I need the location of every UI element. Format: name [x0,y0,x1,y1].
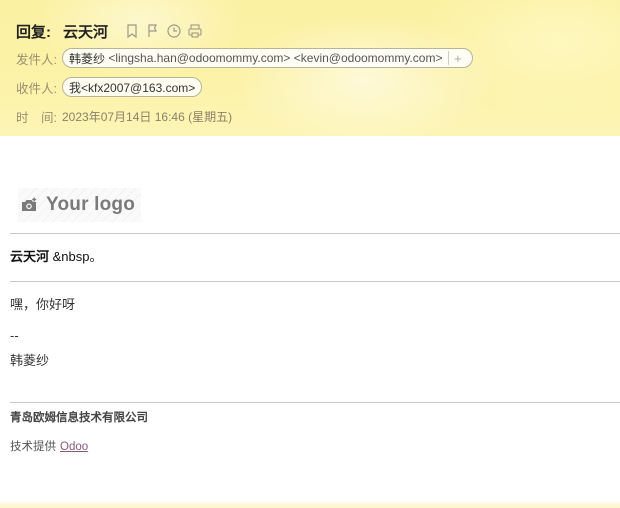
reply-label: 回复: [16,23,51,41]
powered-by-label: 技术提供 [10,441,56,453]
signature-name: 韩菱纱 [10,353,50,368]
time-value: 2023年07月14日 16:46 (星期五) [62,110,233,124]
from-name: 韩菱纱 [69,51,106,66]
camera-icon [22,197,37,211]
time-row: 时 间: 2023年07月14日 16:46 (星期五) [16,107,232,126]
from-chip[interactable]: 韩菱纱 <lingsha.han@odoomommy.com> <kevin@o… [62,48,474,68]
subject-title: 云天河 [63,23,109,41]
odoo-link[interactable]: Odoo [60,441,88,453]
to-row: 收件人: 我<kfx2007@163.com> [16,77,203,97]
divider-top [10,233,620,234]
divider-middle [10,281,620,282]
greeting: 云天河 &nbsp。 [10,246,103,265]
footer-bar [0,502,620,508]
to-chip[interactable]: 我<kfx2007@163.com> [62,77,203,97]
subject-row: 回复: 云天河 [16,20,208,42]
greeting-name: 云天河 [10,249,50,264]
header-actions [124,23,208,39]
from-label: 发件人: [16,52,57,67]
company-name: 青岛欧姆信息技术有限公司 [10,412,148,424]
from-address: <lingsha.han@odoomommy.com> [108,51,291,65]
mail-header: 回复: 云天河 发件人: 韩菱纱 <lingsha.han@odoomommy.… [0,0,620,136]
signature-separator: -- [10,328,19,343]
message-text: 嘿，你好呀 [10,297,76,312]
time-label: 时 间: [16,111,57,125]
company-logo: Your logo [18,188,142,222]
bookmark-icon[interactable] [124,23,140,39]
flag-icon[interactable] [145,23,161,39]
powered-by: 技术提供 Odoo [10,438,88,454]
to-label: 收件人: [16,81,57,96]
logo-text: Your logo [46,194,136,215]
from-extra-address: <kevin@odoomommy.com> [293,51,443,65]
print-icon[interactable] [187,23,203,39]
from-row: 发件人: 韩菱纱 <lingsha.han@odoomommy.com> <ke… [16,48,474,68]
add-contact-button[interactable]: + [448,51,466,66]
greeting-rest: &nbsp。 [49,249,103,264]
divider-bottom [10,402,620,403]
clock-icon[interactable] [166,23,182,39]
